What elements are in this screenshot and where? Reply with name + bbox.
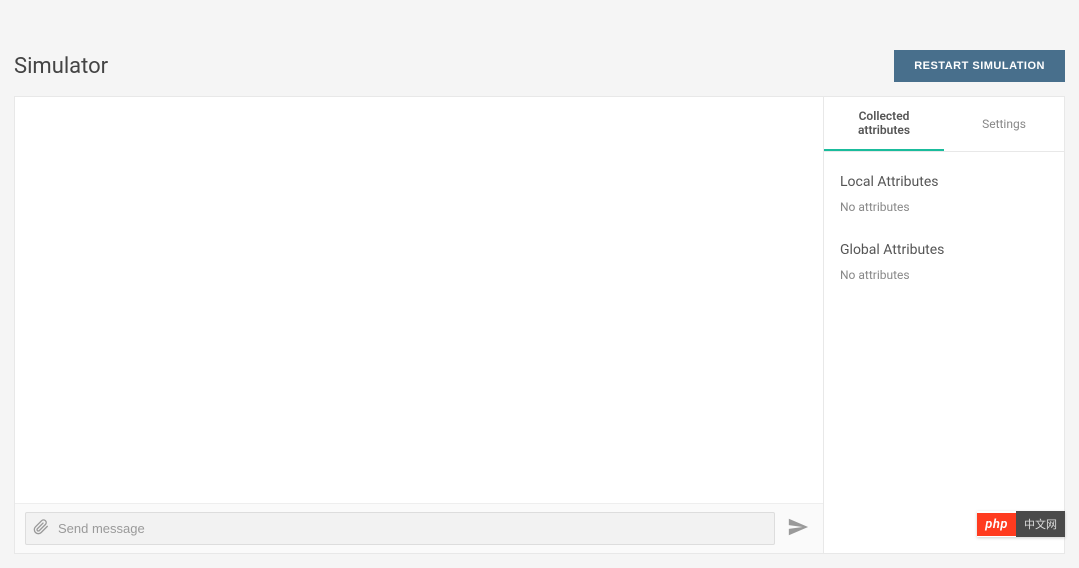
send-button[interactable] [783,512,813,545]
tabs: Collected attributes Settings [824,97,1064,152]
main-panel: Collected attributes Settings Local Attr… [14,96,1065,554]
chat-input-wrap [25,512,775,545]
tab-content: Local Attributes No attributes Global At… [824,152,1064,332]
chat-area [15,97,824,553]
send-icon [787,516,809,541]
local-attributes-empty: No attributes [840,200,1048,214]
badge-text-cn: 中文网 [1016,511,1065,537]
restart-simulation-button[interactable]: RESTART SIMULATION [894,50,1065,82]
tab-collected-attributes[interactable]: Collected attributes [824,97,944,151]
side-panel: Collected attributes Settings Local Attr… [824,97,1064,553]
message-input[interactable] [25,512,775,545]
chat-messages [15,97,823,503]
global-attributes-empty: No attributes [840,268,1048,282]
simulator-container: Simulator RESTART SIMULATION [0,0,1079,568]
local-attributes-title: Local Attributes [840,174,1048,190]
header: Simulator RESTART SIMULATION [14,14,1065,82]
php-badge: php 中文网 [977,511,1065,537]
chat-input-row [15,503,823,553]
global-attributes-title: Global Attributes [840,242,1048,258]
badge-logo: php [977,513,1016,536]
tab-settings[interactable]: Settings [944,97,1064,151]
page-title: Simulator [14,54,108,79]
